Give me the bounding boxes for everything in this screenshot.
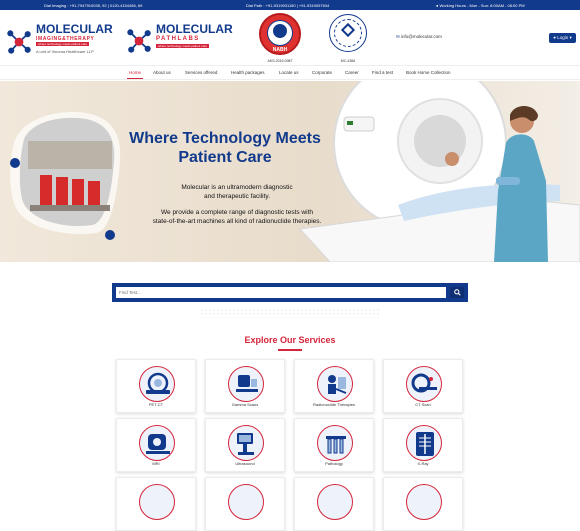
service-card[interactable] <box>383 477 463 531</box>
ultrasound-icon <box>228 425 264 461</box>
nav-locate-us[interactable]: Locate us <box>279 70 299 75</box>
services-heading: Explore Our Services <box>244 335 336 345</box>
service-label: Ultrasound <box>235 461 255 466</box>
nav-corporate[interactable]: Corporate <box>312 70 332 75</box>
hero-desc-line3: We provide a complete range of diagnosti… <box>161 209 313 216</box>
hero-background-illustration <box>0 81 580 262</box>
service-card-x-ray[interactable]: X-Ray <box>383 418 463 472</box>
service-label: PET-CT <box>148 402 164 407</box>
service-card[interactable] <box>294 477 374 531</box>
nabh-seal-icon: NABH <box>259 13 301 55</box>
hero-headline-line1: Where Technology Meets <box>129 130 321 147</box>
dial-imaging-text[interactable]: Dial Imaging : +91-7947910035, 92 | 0120… <box>44 3 142 8</box>
emblem-icon <box>329 14 367 52</box>
user-icon: ● <box>553 35 556 40</box>
nav-services-offered[interactable]: Services offered <box>185 70 217 75</box>
service-card-ultrasound[interactable]: Ultrasound <box>205 418 285 472</box>
radionuclide-therapy-icon <box>317 366 353 402</box>
nabh-text: NABH <box>272 47 288 53</box>
pathology-icon <box>317 425 353 461</box>
molecular-pathlabs-logo[interactable]: MOLECULAR PATHLABS where technology meet… <box>126 22 240 62</box>
service-label: Pathology <box>325 461 343 466</box>
hero-desc-line2: and therapeutic facility. <box>204 193 270 200</box>
nabh-accreditation-seal: NABH AKS-2019-0087 <box>258 13 302 71</box>
dial-path-text[interactable]: Dial Path : +91-9319031150 | +91-9319097… <box>246 3 329 8</box>
service-card-radionuclide-therapies[interactable]: Radionuclide Therapies <box>294 359 374 413</box>
working-hours-text: ● Working Hours - Mon - Sun: 8:00AM - 08… <box>436 3 525 8</box>
mri-icon <box>139 425 175 461</box>
service-label: X-Ray <box>417 461 429 466</box>
service-icon <box>139 484 175 520</box>
gamma-scan-icon <box>228 366 264 402</box>
imaging-logo-unit: A unit of Vinoma Healthcare LLP <box>36 49 94 54</box>
hero-banner: Where Technology Meets Patient Care Mole… <box>0 81 580 262</box>
service-icon <box>228 484 264 520</box>
nav-book-home-collection[interactable]: Book Home Collection <box>406 70 451 75</box>
pathlabs-logo-title: MOLECULAR <box>156 22 233 36</box>
hero-description: Molecular is an ultramodern diagnostic a… <box>132 183 342 226</box>
nav-career[interactable]: Career <box>345 70 359 75</box>
service-card[interactable] <box>205 477 285 531</box>
chevron-down-icon: ▾ <box>569 35 572 40</box>
nav-about-us[interactable]: About us <box>153 70 171 75</box>
imaging-logo-title: MOLECULAR <box>36 22 113 36</box>
pathlabs-logo-tagline: where technology meets patient care <box>156 44 210 48</box>
service-card-ct-scan[interactable]: CT Scan <box>383 359 463 413</box>
top-info-bar: Dial Imaging : +91-7947910035, 92 | 0120… <box>0 0 580 10</box>
hero-desc-line4: state-of-the-art machines all kind of ra… <box>152 218 322 225</box>
service-label: Gamma Scans <box>231 402 259 407</box>
hero-headline: Where Technology Meets Patient Care <box>122 129 328 167</box>
pathlabs-logo-subtitle: PATHLABS <box>156 36 200 42</box>
login-button[interactable]: ● Login ▾ <box>549 33 576 43</box>
service-icon <box>317 484 353 520</box>
molecule-icon <box>127 29 151 53</box>
service-card-pet-ct[interactable]: PET-CT <box>116 359 196 413</box>
email-text: info@molecular.com <box>401 34 442 39</box>
test-search-bar <box>112 283 468 302</box>
services-heading-underline <box>278 349 302 351</box>
login-label: Login <box>557 35 569 40</box>
main-nav: Home About us Services offered Health pa… <box>0 66 580 80</box>
service-card[interactable] <box>116 477 196 531</box>
test-search-input[interactable] <box>116 287 446 298</box>
search-button[interactable] <box>450 287 464 298</box>
site-header: MOLECULAR IMAGING&THERAPY where technolo… <box>0 10 580 66</box>
service-card-mri[interactable]: MRI <box>116 418 196 472</box>
email-contact[interactable]: ✉ info@molecular.com <box>396 34 442 40</box>
hero-headline-line2: Patient Care <box>178 149 272 166</box>
x-ray-icon <box>406 425 442 461</box>
nav-home[interactable]: Home <box>126 70 144 79</box>
service-label: Radionuclide Therapies <box>313 402 355 407</box>
molecular-imaging-logo[interactable]: MOLECULAR IMAGING&THERAPY where technolo… <box>6 22 118 62</box>
ct-scan-icon <box>406 366 442 402</box>
accreditation-seal: MC-4366 <box>326 13 370 71</box>
pet-ct-icon <box>139 366 175 402</box>
service-label: CT Scan <box>415 402 431 407</box>
email-icon: ✉ <box>396 34 400 39</box>
nav-health-packages[interactable]: Health packages <box>231 70 265 75</box>
person-icon: ● <box>436 3 439 8</box>
service-card-gamma-scans[interactable]: Gamma Scans <box>205 359 285 413</box>
molecule-icon <box>7 30 31 54</box>
service-icon <box>406 484 442 520</box>
search-icon <box>453 289 461 296</box>
service-card-pathology[interactable]: Pathology <box>294 418 374 472</box>
hero-desc-line1: Molecular is an ultramodern diagnostic <box>181 184 293 191</box>
imaging-logo-tagline: where technology meets patient care <box>36 42 90 46</box>
nabh-code: AKS-2019-0087 <box>267 59 293 63</box>
dotted-decoration <box>200 308 380 318</box>
service-label: MRI <box>152 461 160 466</box>
nav-find-a-test[interactable]: Find a test <box>372 70 393 75</box>
seal-code: MC-4366 <box>340 59 356 63</box>
